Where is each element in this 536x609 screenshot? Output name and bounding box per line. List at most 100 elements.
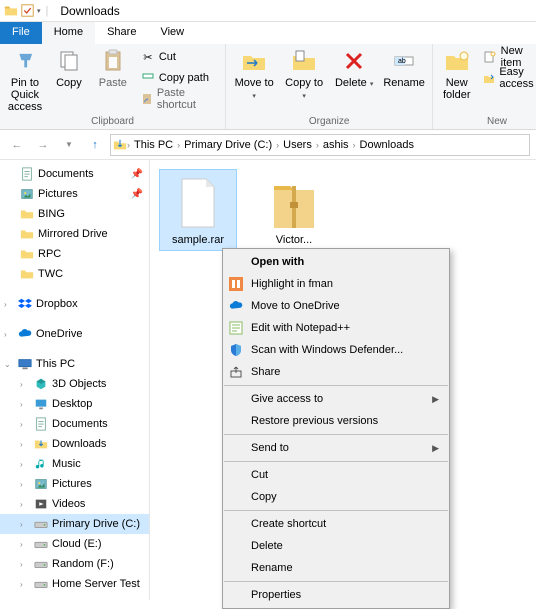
sidebar-thispc-8[interactable]: ›Cloud (E:) (0, 534, 149, 554)
copy-icon (55, 47, 83, 75)
share-icon (227, 364, 245, 380)
sidebar-dropbox[interactable]: ›Dropbox (0, 294, 149, 314)
expand-icon[interactable]: › (20, 480, 30, 489)
sidebar-thispc-9[interactable]: ›Random (F:) (0, 554, 149, 574)
sidebar-thispc-3[interactable]: ›Downloads (0, 434, 149, 454)
pin-icon (11, 47, 39, 75)
copy-button[interactable]: Copy (50, 47, 88, 89)
menu-item-7[interactable]: Give access to▶ (223, 388, 449, 410)
breadcrumb[interactable]: › This PC› Primary Drive (C:)› Users› as… (110, 134, 530, 156)
expand-icon[interactable]: › (4, 300, 14, 309)
menu-separator (224, 510, 448, 511)
sidebar-quick-0[interactable]: Documents📌 (0, 164, 149, 184)
sidebar-thispc-7[interactable]: ›Primary Drive (C:) (0, 514, 149, 534)
sidebar-thispc-4[interactable]: ›Music (0, 454, 149, 474)
expand-icon[interactable]: › (20, 500, 30, 509)
paste-shortcut-button[interactable]: Paste shortcut (138, 89, 219, 109)
cut-button[interactable]: ✂Cut (138, 47, 219, 67)
crumb-3[interactable]: ashis (319, 139, 353, 151)
nav-back-button[interactable]: ← (6, 134, 28, 156)
sidebar-thispc-6[interactable]: ›Videos (0, 494, 149, 514)
tab-file[interactable]: File (0, 22, 42, 44)
menu-item-19[interactable]: Properties (223, 584, 449, 606)
sidebar-quick-2[interactable]: BING (0, 204, 149, 224)
pc-icon (18, 357, 32, 371)
menu-item-10[interactable]: Send to▶ (223, 437, 449, 459)
move-to-button[interactable]: Move to ▾ (232, 47, 276, 103)
qat-save-icon[interactable] (21, 4, 34, 17)
menu-separator (224, 434, 448, 435)
crumb-2[interactable]: Users (279, 139, 316, 151)
copy-path-button[interactable]: Copy path (138, 68, 219, 88)
doc-icon (20, 167, 34, 181)
sidebar-thispc-10[interactable]: ›Home Server Test (0, 574, 149, 594)
crumb-0[interactable]: This PC (130, 139, 177, 151)
expand-icon[interactable]: › (20, 440, 30, 449)
expand-icon[interactable]: › (20, 460, 30, 469)
collapse-icon[interactable]: ⌄ (4, 360, 14, 369)
expand-icon[interactable]: › (4, 330, 14, 339)
file-item-1[interactable]: Victor... (256, 170, 332, 250)
paste-shortcut-icon (141, 92, 153, 106)
tab-view[interactable]: View (148, 22, 196, 44)
menu-separator (224, 461, 448, 462)
crumb-1[interactable]: Primary Drive (C:) (180, 139, 276, 151)
rename-button[interactable]: ab Rename (382, 47, 426, 89)
folder-icon (4, 4, 18, 18)
tab-share[interactable]: Share (95, 22, 148, 44)
sidebar-onedrive[interactable]: ›OneDrive (0, 324, 149, 344)
drive-icon (34, 557, 48, 571)
menu-item-5[interactable]: Share (223, 361, 449, 383)
nav-forward-button[interactable]: → (32, 134, 54, 156)
group-label-organize: Organize (232, 116, 426, 128)
new-folder-button[interactable]: New folder (439, 47, 474, 101)
sidebar-thispc-0[interactable]: ›3D Objects (0, 374, 149, 394)
sidebar-quick-3[interactable]: Mirrored Drive (0, 224, 149, 244)
file-item-0[interactable]: sample.rar (160, 170, 236, 250)
sidebar-quick-5[interactable]: TWC (0, 264, 149, 284)
menu-item-3[interactable]: Edit with Notepad++ (223, 317, 449, 339)
sidebar-quick-4[interactable]: RPC (0, 244, 149, 264)
paste-button[interactable]: Paste (94, 47, 132, 89)
expand-icon[interactable]: › (20, 520, 30, 529)
blank-icon (227, 467, 245, 483)
window-title: Downloads (60, 4, 119, 18)
blank-icon (227, 254, 245, 270)
rename-icon: ab (390, 47, 418, 75)
sidebar-quick-1[interactable]: Pictures📌 (0, 184, 149, 204)
sidebar-thispc-5[interactable]: ›Pictures (0, 474, 149, 494)
sidebar-thispc[interactable]: ⌄This PC (0, 354, 149, 374)
nav-up-button[interactable]: ↑ (84, 134, 106, 156)
doc-icon (34, 417, 48, 431)
expand-icon[interactable]: › (20, 420, 30, 429)
menu-item-4[interactable]: Scan with Windows Defender... (223, 339, 449, 361)
pin-quick-access-button[interactable]: Pin to Quick access (6, 47, 44, 113)
new-item-button[interactable]: New item ▾ (480, 47, 536, 67)
expand-icon[interactable]: › (20, 580, 30, 589)
expand-icon[interactable]: › (20, 540, 30, 549)
menu-item-12[interactable]: Cut (223, 464, 449, 486)
crumb-4[interactable]: Downloads (356, 139, 418, 151)
menu-item-1[interactable]: Highlight in fman (223, 273, 449, 295)
easy-access-button[interactable]: Easy access ▾ (480, 68, 536, 88)
menu-item-17[interactable]: Rename (223, 557, 449, 579)
menu-item-16[interactable]: Delete (223, 535, 449, 557)
copy-to-button[interactable]: Copy to ▾ (282, 47, 326, 103)
nav-history-button[interactable]: ▼ (58, 134, 80, 156)
expand-icon[interactable]: › (20, 380, 30, 389)
menu-item-13[interactable]: Copy (223, 486, 449, 508)
menu-item-15[interactable]: Create shortcut (223, 513, 449, 535)
menu-item-8[interactable]: Restore previous versions (223, 410, 449, 432)
expand-icon[interactable]: › (20, 400, 30, 409)
sidebar-thispc-1[interactable]: ›Desktop (0, 394, 149, 414)
qat-dropdown-icon[interactable]: ▾ (37, 7, 41, 15)
expand-icon[interactable]: › (20, 560, 30, 569)
menu-item-2[interactable]: Move to OneDrive (223, 295, 449, 317)
blank-icon (227, 560, 245, 576)
menu-item-0[interactable]: Open with (223, 251, 449, 273)
tab-home[interactable]: Home (42, 22, 95, 44)
svg-text:ab: ab (398, 58, 406, 65)
drive-icon (34, 577, 48, 591)
delete-button[interactable]: Delete ▾ (332, 47, 376, 91)
sidebar-thispc-2[interactable]: ›Documents (0, 414, 149, 434)
